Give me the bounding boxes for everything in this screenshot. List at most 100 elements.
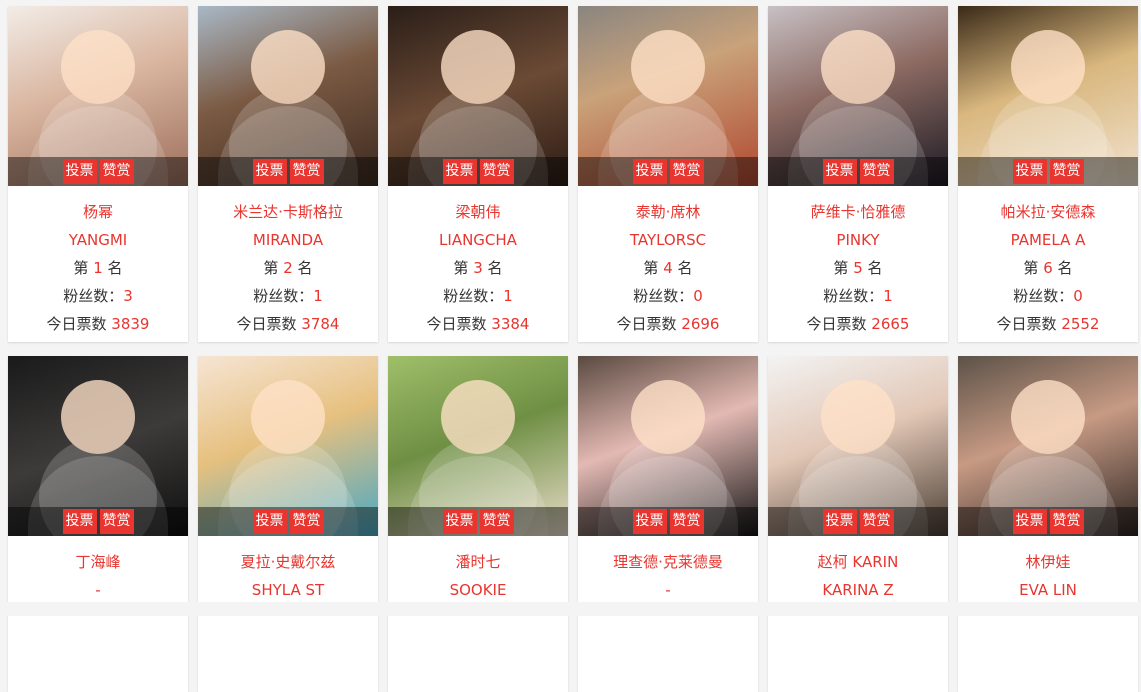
star-cn-name[interactable]: 杨幂 xyxy=(8,198,188,226)
star-rank: 第 1 名 xyxy=(8,254,188,282)
action-bar: 投票 赞赏 xyxy=(198,157,378,186)
votes-value: 3839 xyxy=(111,315,149,333)
vote-button[interactable]: 投票 xyxy=(443,159,477,184)
star-cn-name[interactable]: 赵柯 KARIN xyxy=(768,548,948,576)
reward-button[interactable]: 赞赏 xyxy=(1050,509,1084,534)
star-en-name[interactable]: LIANGCHA xyxy=(388,226,568,254)
rank-value: 2 xyxy=(283,259,293,277)
star-photo[interactable]: 投票 赞赏 xyxy=(388,6,568,186)
star-info: 赵柯 KARIN KARINA Z xyxy=(768,536,948,604)
star-grid: 投票 赞赏 杨幂 YANGMI 第 1 名 粉丝数：3 今日票数 3839 投票… xyxy=(0,0,1141,692)
star-fans: 粉丝数：1 xyxy=(768,282,948,310)
star-photo[interactable]: 投票 赞赏 xyxy=(578,6,758,186)
star-photo[interactable]: 投票 赞赏 xyxy=(388,356,568,536)
star-en-name[interactable]: PAMELA A xyxy=(958,226,1138,254)
fans-value: 0 xyxy=(1073,287,1083,305)
vote-button[interactable]: 投票 xyxy=(1013,159,1047,184)
vote-button[interactable]: 投票 xyxy=(823,509,857,534)
star-card: 投票 赞赏 丁海峰 - xyxy=(8,356,188,692)
star-photo[interactable]: 投票 赞赏 xyxy=(578,356,758,536)
star-info: 理查德·克莱德曼 - xyxy=(578,536,758,604)
votes-value: 3784 xyxy=(301,315,339,333)
star-photo[interactable]: 投票 赞赏 xyxy=(8,6,188,186)
vote-button[interactable]: 投票 xyxy=(823,159,857,184)
star-rank: 第 4 名 xyxy=(578,254,758,282)
star-votes: 今日票数 3784 xyxy=(198,310,378,338)
star-card: 投票 赞赏 泰勒·席林 TAYLORSC 第 4 名 粉丝数：0 今日票数 26… xyxy=(578,6,758,342)
action-bar: 投票 赞赏 xyxy=(578,507,758,536)
star-cn-name[interactable]: 夏拉·史戴尔兹 xyxy=(198,548,378,576)
vote-button[interactable]: 投票 xyxy=(253,509,287,534)
star-rank: 第 5 名 xyxy=(768,254,948,282)
star-card: 投票 赞赏 潘时七 SOOKIE xyxy=(388,356,568,692)
star-en-name[interactable]: - xyxy=(8,576,188,604)
reward-button[interactable]: 赞赏 xyxy=(100,159,134,184)
star-cn-name[interactable]: 梁朝伟 xyxy=(388,198,568,226)
rank-value: 4 xyxy=(663,259,673,277)
action-bar: 投票 赞赏 xyxy=(8,507,188,536)
reward-button[interactable]: 赞赏 xyxy=(100,509,134,534)
reward-button[interactable]: 赞赏 xyxy=(1050,159,1084,184)
vote-button[interactable]: 投票 xyxy=(443,509,477,534)
action-bar: 投票 赞赏 xyxy=(198,507,378,536)
star-photo[interactable]: 投票 赞赏 xyxy=(768,6,948,186)
star-card: 投票 赞赏 帕米拉·安德森 PAMELA A 第 6 名 粉丝数：0 今日票数 … xyxy=(958,6,1138,342)
reward-button[interactable]: 赞赏 xyxy=(860,509,894,534)
votes-value: 2665 xyxy=(871,315,909,333)
vote-button[interactable]: 投票 xyxy=(63,509,97,534)
star-card: 投票 赞赏 理查德·克莱德曼 - xyxy=(578,356,758,692)
star-cn-name[interactable]: 萨维卡·恰雅德 xyxy=(768,198,948,226)
rank-value: 6 xyxy=(1043,259,1053,277)
star-info: 林伊娃 EVA LIN xyxy=(958,536,1138,604)
star-card: 投票 赞赏 萨维卡·恰雅德 PINKY 第 5 名 粉丝数：1 今日票数 266… xyxy=(768,6,948,342)
reward-button[interactable]: 赞赏 xyxy=(670,509,704,534)
star-card: 投票 赞赏 夏拉·史戴尔兹 SHYLA ST xyxy=(198,356,378,692)
reward-button[interactable]: 赞赏 xyxy=(290,509,324,534)
rank-value: 3 xyxy=(473,259,483,277)
star-rank: 第 2 名 xyxy=(198,254,378,282)
star-en-name[interactable]: SHYLA ST xyxy=(198,576,378,604)
reward-button[interactable]: 赞赏 xyxy=(480,159,514,184)
star-photo[interactable]: 投票 赞赏 xyxy=(198,356,378,536)
star-en-name[interactable]: PINKY xyxy=(768,226,948,254)
star-en-name[interactable]: TAYLORSC xyxy=(578,226,758,254)
star-cn-name[interactable]: 泰勒·席林 xyxy=(578,198,758,226)
star-en-name[interactable]: EVA LIN xyxy=(958,576,1138,604)
star-en-name[interactable]: SOOKIE xyxy=(388,576,568,604)
fans-value: 1 xyxy=(313,287,323,305)
vote-button[interactable]: 投票 xyxy=(633,509,667,534)
vote-button[interactable]: 投票 xyxy=(633,159,667,184)
star-rank: 第 6 名 xyxy=(958,254,1138,282)
reward-button[interactable]: 赞赏 xyxy=(670,159,704,184)
star-cn-name[interactable]: 林伊娃 xyxy=(958,548,1138,576)
star-photo[interactable]: 投票 赞赏 xyxy=(198,6,378,186)
star-photo[interactable]: 投票 赞赏 xyxy=(8,356,188,536)
star-votes: 今日票数 2696 xyxy=(578,310,758,338)
star-card: 投票 赞赏 林伊娃 EVA LIN xyxy=(958,356,1138,692)
fans-value: 1 xyxy=(503,287,513,305)
star-cn-name[interactable]: 帕米拉·安德森 xyxy=(958,198,1138,226)
star-cn-name[interactable]: 潘时七 xyxy=(388,548,568,576)
reward-button[interactable]: 赞赏 xyxy=(290,159,324,184)
star-photo[interactable]: 投票 赞赏 xyxy=(958,6,1138,186)
star-photo[interactable]: 投票 赞赏 xyxy=(768,356,948,536)
vote-button[interactable]: 投票 xyxy=(1013,509,1047,534)
star-cn-name[interactable]: 理查德·克莱德曼 xyxy=(578,548,758,576)
reward-button[interactable]: 赞赏 xyxy=(860,159,894,184)
votes-value: 3384 xyxy=(491,315,529,333)
star-en-name[interactable]: YANGMI xyxy=(8,226,188,254)
star-card: 投票 赞赏 赵柯 KARIN KARINA Z xyxy=(768,356,948,692)
star-en-name[interactable]: - xyxy=(578,576,758,604)
star-cn-name[interactable]: 丁海峰 xyxy=(8,548,188,576)
reward-button[interactable]: 赞赏 xyxy=(480,509,514,534)
star-votes: 今日票数 3839 xyxy=(8,310,188,338)
star-en-name[interactable]: KARINA Z xyxy=(768,576,948,604)
action-bar: 投票 赞赏 xyxy=(388,157,568,186)
star-fans: 粉丝数：1 xyxy=(198,282,378,310)
vote-button[interactable]: 投票 xyxy=(63,159,97,184)
vote-button[interactable]: 投票 xyxy=(253,159,287,184)
page-bottom-edge xyxy=(0,602,1141,616)
star-photo[interactable]: 投票 赞赏 xyxy=(958,356,1138,536)
star-cn-name[interactable]: 米兰达·卡斯格拉 xyxy=(198,198,378,226)
star-en-name[interactable]: MIRANDA xyxy=(198,226,378,254)
